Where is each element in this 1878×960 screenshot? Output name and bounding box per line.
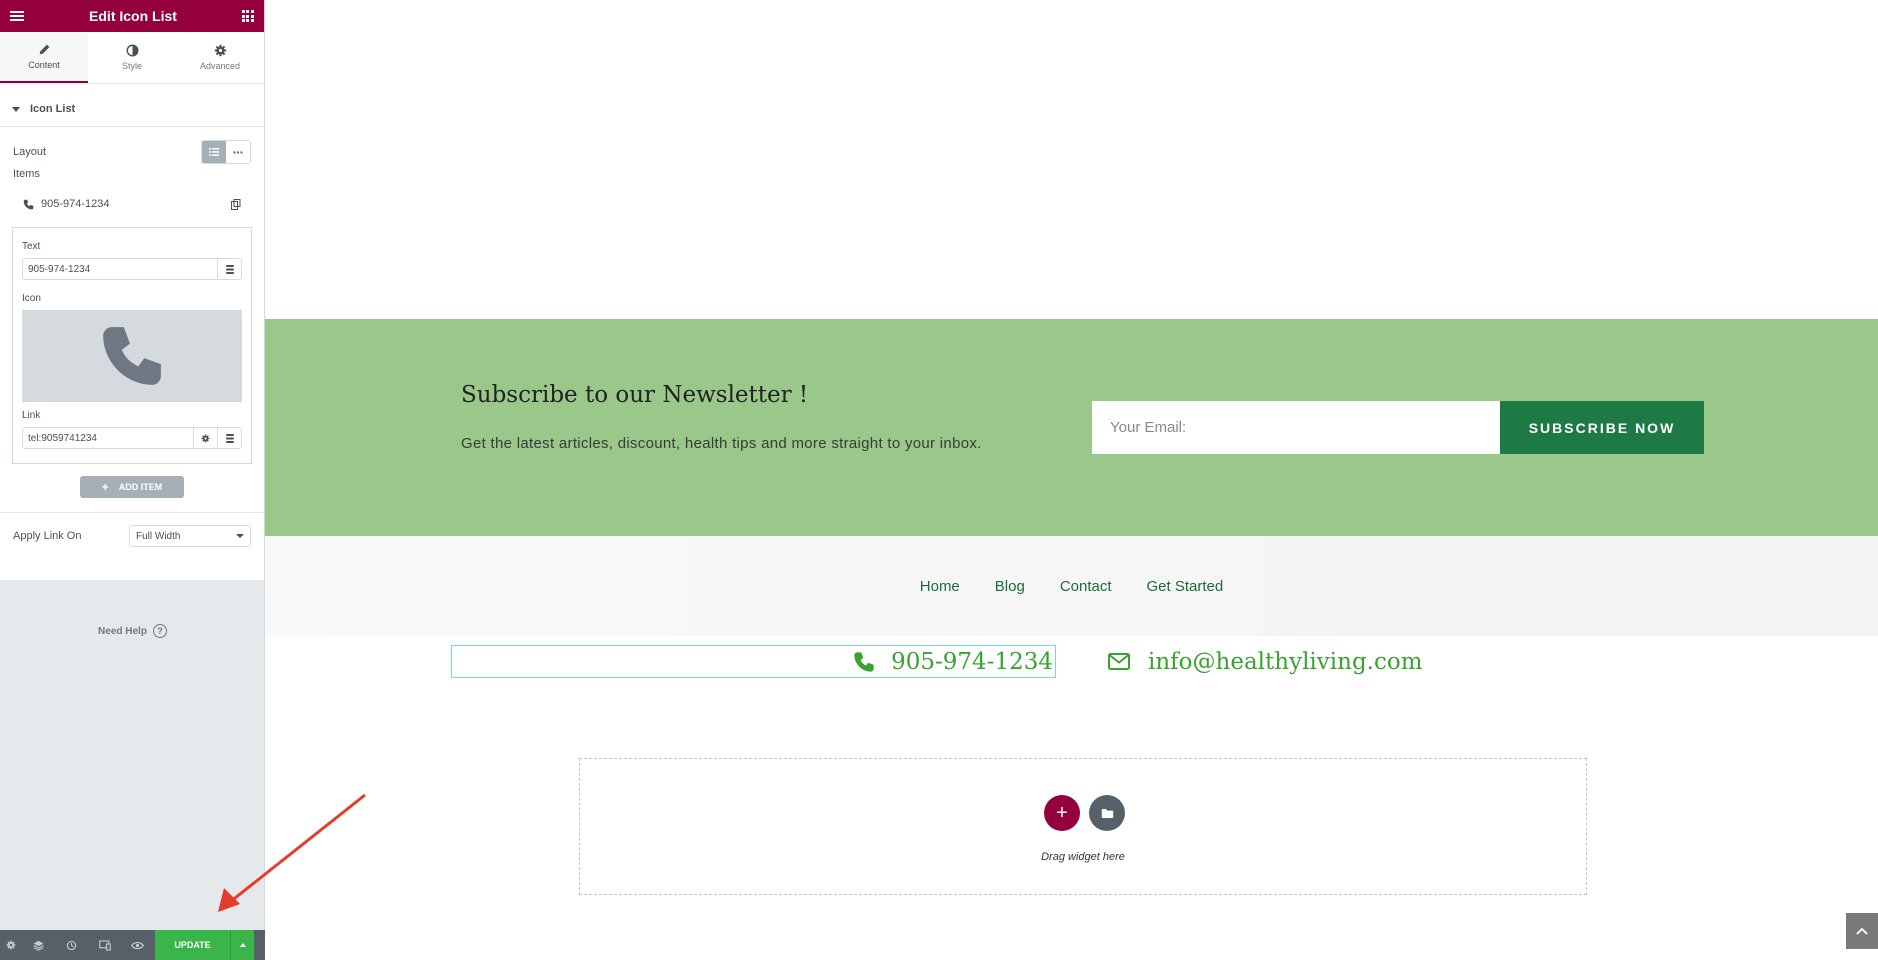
- tab-style[interactable]: Style: [88, 32, 176, 83]
- tab-advanced[interactable]: Advanced: [176, 32, 264, 83]
- section-title: Icon List: [30, 103, 76, 115]
- caret-up-icon: [239, 943, 246, 947]
- apply-link-label: Apply Link On: [13, 530, 82, 542]
- phone-icon: [854, 651, 874, 672]
- preview-eye-icon[interactable]: [121, 930, 154, 960]
- duplicate-icon[interactable]: [231, 198, 241, 210]
- text-field[interactable]: 905-974-1234: [22, 258, 242, 280]
- link-label: Link: [22, 410, 41, 421]
- database-icon: [225, 264, 234, 274]
- text-field-value[interactable]: 905-974-1234: [23, 264, 217, 275]
- newsletter-section[interactable]: Subscribe to our Newsletter ! Get the la…: [265, 319, 1878, 536]
- add-item-button[interactable]: + ADD ITEM: [80, 476, 184, 498]
- dynamic-tags-button[interactable]: [217, 259, 241, 279]
- phone-icon: [103, 327, 161, 385]
- settings-icon[interactable]: [0, 930, 22, 960]
- nav-link-blog[interactable]: Blog: [995, 578, 1025, 595]
- chevron-down-icon: [236, 534, 244, 538]
- items-label: Items: [13, 168, 40, 180]
- responsive-mode-icon[interactable]: [88, 930, 121, 960]
- need-help-link[interactable]: Need Help ?: [0, 624, 265, 638]
- need-help-label: Need Help: [98, 625, 147, 637]
- layout-toggle: [201, 140, 251, 164]
- footer-nav: Home Blog Contact Get Started: [265, 536, 1878, 636]
- nav-link-contact[interactable]: Contact: [1060, 578, 1112, 595]
- link-options-button[interactable]: [193, 428, 217, 448]
- ellipsis-icon: [233, 150, 243, 154]
- list-icon: [209, 148, 219, 156]
- newsletter-subtitle: Get the latest articles, discount, healt…: [461, 435, 982, 452]
- update-button[interactable]: UPDATE: [155, 930, 230, 960]
- annotation-arrow: [218, 793, 366, 912]
- panel-tabs: Content Style Advanced: [0, 32, 264, 84]
- contrast-icon: [125, 44, 139, 57]
- apply-link-row: Apply Link On Full Width: [0, 512, 264, 547]
- icon-list-email-item[interactable]: info@healthyliving.com: [1108, 645, 1423, 678]
- layout-label: Layout: [13, 146, 47, 158]
- chevron-up-icon: [1856, 927, 1868, 935]
- save-options-button[interactable]: [230, 930, 254, 960]
- update-label: UPDATE: [174, 940, 211, 950]
- link-field-value[interactable]: tel:9059741234: [23, 433, 193, 444]
- layout-list-button[interactable]: [202, 141, 226, 163]
- dynamic-tags-button[interactable]: [217, 428, 241, 448]
- tab-content-label: Content: [28, 60, 60, 70]
- repeater-item-title: 905-974-1234: [41, 198, 110, 210]
- icon-picker[interactable]: [22, 310, 242, 402]
- email-input[interactable]: Your Email:: [1092, 401, 1500, 454]
- plus-icon: +: [101, 480, 109, 494]
- pencil-icon: [39, 44, 49, 55]
- link-field[interactable]: tel:9059741234: [22, 427, 242, 449]
- add-section-button[interactable]: +: [1044, 795, 1080, 831]
- menu-icon[interactable]: [10, 11, 24, 21]
- contact-phone-text: 905-974-1234: [891, 648, 1053, 675]
- panel-header: Edit Icon List: [0, 0, 264, 32]
- database-icon: [225, 433, 234, 443]
- tab-content[interactable]: Content: [0, 32, 88, 83]
- phone-icon: [23, 199, 34, 209]
- folder-icon: [1101, 808, 1113, 818]
- navigator-layers-icon[interactable]: [22, 930, 55, 960]
- icon-label: Icon: [22, 293, 41, 304]
- layout-inline-button[interactable]: [226, 141, 250, 163]
- drop-zone-buttons: +: [1044, 795, 1125, 831]
- history-icon[interactable]: [55, 930, 88, 960]
- repeater-item-header[interactable]: 905-974-1234: [12, 181, 252, 227]
- gear-icon: [214, 44, 226, 57]
- plus-icon: +: [1056, 801, 1068, 824]
- subscribe-button[interactable]: SUBSCRIBE NOW: [1500, 401, 1704, 454]
- envelope-icon: [1108, 653, 1130, 670]
- apply-link-value: Full Width: [136, 530, 181, 542]
- add-template-button[interactable]: [1089, 795, 1125, 831]
- scroll-to-top-button[interactable]: [1846, 913, 1878, 949]
- text-label: Text: [22, 241, 41, 252]
- widget-drop-zone[interactable]: + Drag widget here: [579, 758, 1587, 895]
- tab-style-label: Style: [121, 61, 142, 71]
- nav-link-get-started[interactable]: Get Started: [1147, 578, 1224, 595]
- caret-down-icon: [12, 106, 20, 112]
- question-icon: ?: [152, 624, 167, 638]
- items-row: Items: [0, 167, 264, 181]
- newsletter-title: Subscribe to our Newsletter !: [461, 382, 809, 408]
- panel-title: Edit Icon List: [89, 8, 177, 24]
- nav-link-home[interactable]: Home: [920, 578, 960, 595]
- gear-icon: [201, 434, 210, 442]
- repeater-item-body: Text 905-974-1234 Icon Link tel:90597412…: [12, 227, 252, 464]
- add-item-label: ADD ITEM: [118, 482, 163, 492]
- panel-footer: UPDATE: [0, 930, 265, 960]
- tab-advanced-label: Advanced: [199, 61, 241, 71]
- contact-email-text: info@healthyliving.com: [1148, 648, 1423, 675]
- icon-list-phone-item[interactable]: 905-974-1234: [451, 645, 1056, 678]
- panel-content: Icon List Layout Items 905-974-1234 Text…: [0, 84, 264, 580]
- widgets-grid-icon[interactable]: [241, 10, 254, 22]
- drop-zone-text: Drag widget here: [1041, 851, 1125, 863]
- apply-link-select[interactable]: Full Width: [129, 525, 251, 547]
- section-icon-list[interactable]: Icon List: [0, 92, 264, 127]
